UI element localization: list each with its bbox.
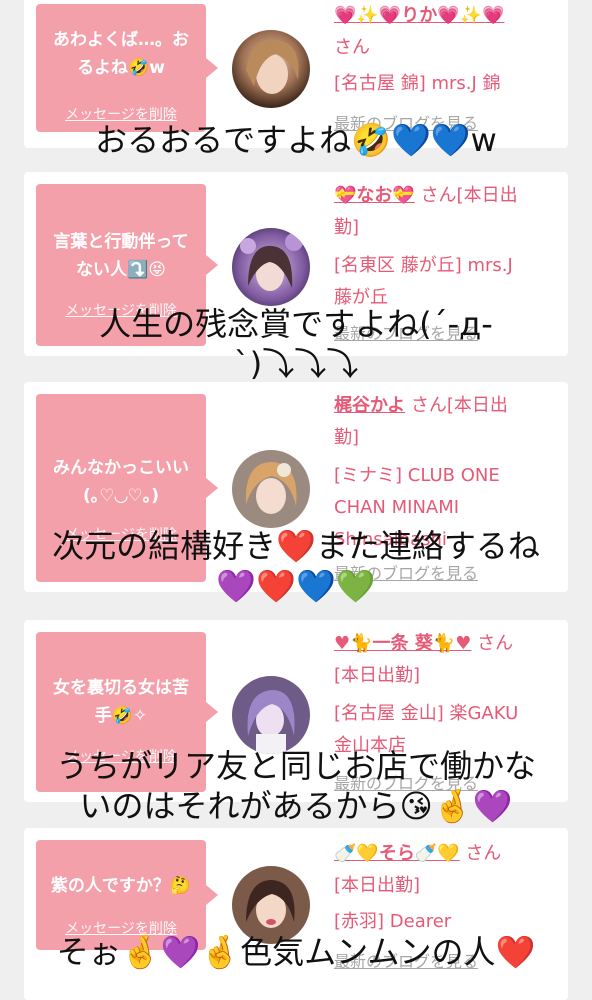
cast-suffix: さん	[465, 843, 502, 864]
cast-suffix: さん	[334, 37, 370, 58]
cast-suffix: さん[本日出	[410, 395, 508, 416]
attendance-status: [本日出勤]	[334, 665, 421, 686]
overlay-caption: `)⤵⤵⤵	[233, 345, 359, 383]
cast-name-link[interactable]: 💝なお💝	[334, 185, 415, 206]
avatar[interactable]	[232, 450, 310, 528]
shop-name: CHAN MINAMI	[334, 497, 460, 518]
cast-suffix: さん	[477, 633, 514, 654]
message-text: 紫の人ですか？🤔	[50, 876, 192, 896]
message-text: みんなかっこいい (｡♡◡♡｡)	[53, 458, 189, 506]
overlay-caption: うちがリア友と同じお店で働かな	[55, 747, 536, 785]
cast-info: 🍼💛そら🍼💛 さん [本日出勤] [赤羽] Dearer	[334, 838, 560, 938]
cast-suffix: さん[本日出	[420, 185, 518, 206]
cast-name-link[interactable]: 💗✨💗りか💗✨💗	[334, 5, 504, 26]
cast-info: ♥🐈一条 葵🐈♥ さん [本日出勤] [名古屋 金山] 楽GAKU 金山本店	[334, 628, 560, 762]
shop-location: [名古屋 錦] mrs.J 錦	[334, 73, 501, 94]
overlay-caption: そぉ🤞💜🤞色気ムンムンの人❤️	[56, 933, 536, 971]
message-text: 女を裏切る女は苦 手🤣✧	[53, 678, 189, 726]
overlay-caption: 人生の残念賞ですよね(´-д-	[99, 305, 493, 343]
cast-info: 💝なお💝 さん[本日出 勤] [名東区 藤が丘] mrs.J 藤が丘	[334, 180, 560, 314]
cast-info: 💗✨💗りか💗✨💗 さん [名古屋 錦] mrs.J 錦	[334, 0, 560, 100]
cast-name-link[interactable]: ♥🐈一条 葵🐈♥	[334, 633, 471, 654]
attendance-status: [本日出勤]	[334, 875, 421, 896]
attendance-status: 勤]	[334, 427, 360, 448]
shop-location: [名古屋 金山] 楽GAKU	[334, 703, 519, 724]
overlay-caption: いのはそれがあるから😘🤞💜	[79, 787, 513, 825]
avatar[interactable]	[232, 30, 310, 108]
shop-location: [ミナミ] CLUB ONE	[334, 465, 500, 486]
message-card: 紫の人ですか？🤔 メッセージを削除 🍼💛そら🍼💛 さん [本日出勤] [赤羽] …	[24, 828, 568, 1000]
overlay-caption: おるおるですよね🤣💙💙w	[95, 121, 497, 159]
cast-name-link[interactable]: 🍼💛そら🍼💛	[334, 843, 460, 864]
attendance-status: 勤]	[334, 217, 360, 238]
overlay-caption: 💜❤️💙💚	[216, 567, 376, 605]
avatar[interactable]	[232, 676, 310, 754]
message-text: あわよくば…。お るよね🤣w	[53, 30, 189, 78]
message-bubble: あわよくば…。お るよね🤣w メッセージを削除	[36, 4, 218, 132]
shop-location: [名東区 藤が丘] mrs.J	[334, 255, 513, 276]
overlay-caption: 次元の結構好き❤️また連絡するね	[52, 527, 540, 565]
message-text: 言葉と行動伴って ない人⤵️😝	[53, 232, 189, 280]
avatar[interactable]	[232, 228, 310, 306]
cast-name-link[interactable]: 梶谷かよ	[334, 395, 405, 416]
